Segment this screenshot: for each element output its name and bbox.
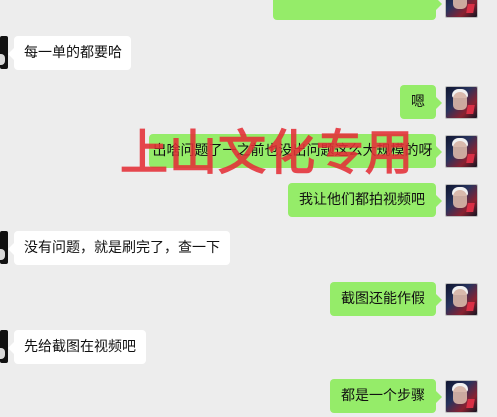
message-text: 每一单的都要哈: [24, 45, 122, 61]
sender-avatar[interactable]: [445, 283, 478, 316]
sender-avatar[interactable]: [445, 86, 478, 119]
contact-avatar[interactable]: [0, 330, 8, 363]
avatar-image: [466, 4, 475, 13]
avatar-image: [466, 154, 475, 163]
avatar-image: [466, 399, 475, 408]
message-text: 嗯: [411, 94, 425, 110]
avatar-image: [453, 0, 467, 9]
avatar-image: [466, 105, 475, 114]
outgoing-message-partial[interactable]: [273, 0, 442, 20]
avatar-image: [453, 141, 467, 159]
avatar-image: [453, 190, 467, 208]
outgoing-message[interactable]: 嗯: [400, 85, 442, 119]
message-text: 都是一个步骤: [341, 388, 425, 404]
avatar-image: [453, 289, 467, 307]
sender-avatar[interactable]: [445, 135, 478, 168]
message-text: 出啥问题了一之前也没出问题这么大规模的呀: [152, 143, 433, 159]
outgoing-message[interactable]: 出啥问题了一之前也没出问题这么大规模的呀: [149, 134, 442, 168]
message-text: 没有问题，就是刷完了，查一下: [24, 240, 220, 256]
message-text: 我让他们都拍视频吧: [299, 192, 425, 208]
sender-avatar[interactable]: [445, 184, 478, 217]
outgoing-message[interactable]: 我让他们都拍视频吧: [288, 183, 442, 217]
outgoing-message[interactable]: 截图还能作假: [330, 282, 442, 316]
incoming-message[interactable]: 每一单的都要哈: [8, 36, 131, 70]
avatar-image: [453, 386, 467, 404]
contact-avatar[interactable]: [0, 36, 8, 69]
incoming-message[interactable]: 没有问题，就是刷完了，查一下: [8, 231, 230, 265]
avatar-image: [453, 92, 467, 110]
avatar-image: [466, 203, 475, 212]
avatar-image: [466, 302, 475, 311]
message-text: 先给截图在视频吧: [24, 339, 136, 355]
outgoing-message[interactable]: 都是一个步骤: [330, 379, 442, 413]
contact-avatar[interactable]: [0, 231, 8, 264]
sender-avatar[interactable]: [445, 380, 478, 413]
chat-conversation: 每一单的都要哈 嗯 出啥问题了一之前也没出问题这么大规模的呀 我让他们都拍视频吧…: [0, 0, 497, 417]
message-text: 截图还能作假: [341, 291, 425, 307]
incoming-message[interactable]: 先给截图在视频吧: [8, 330, 146, 364]
sender-avatar[interactable]: [445, 0, 478, 18]
